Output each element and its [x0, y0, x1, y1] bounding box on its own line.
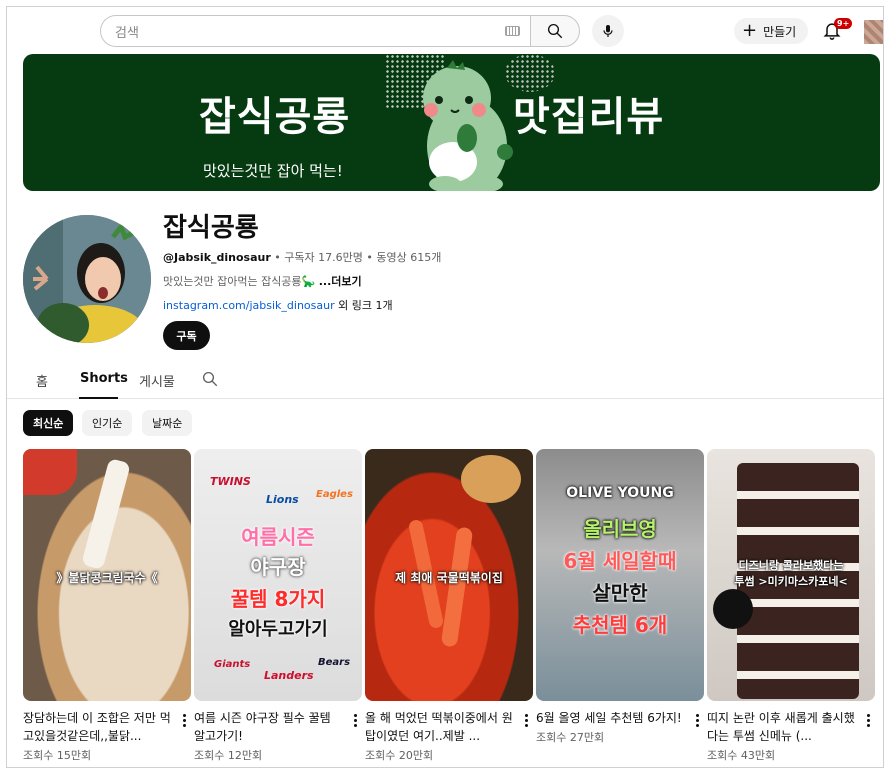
account-avatar[interactable]: [864, 20, 883, 44]
short-caption: 올리브영: [583, 517, 657, 541]
team-logo: Lions: [266, 493, 299, 506]
search-input[interactable]: 검색: [100, 15, 530, 47]
short-caption: 여름시즌: [241, 525, 315, 549]
tab-shorts[interactable]: Shorts: [80, 371, 128, 386]
channel-description[interactable]: 맛있는것만 잡아먹는 잡식공룡🦕 ...더보기: [163, 273, 362, 289]
subscribe-button[interactable]: 구독: [163, 321, 210, 350]
search-icon: [547, 23, 563, 39]
short-card[interactable]: 디즈니랑 콜라보했다는 투썸 >미키마스카포네< 띠지 논란 이후 새롭게 출시…: [707, 449, 875, 763]
short-caption: 》불닭콩크림국수《: [56, 571, 158, 585]
chip-oldest[interactable]: 날짜순: [142, 410, 193, 436]
short-card[interactable]: 제 최애 국물떡볶이집 올 해 먹었던 떡볶이중에서 원탑이였던 여기..제발 …: [365, 449, 533, 763]
short-card[interactable]: TWINS Lions Eagles Giants Landers Bears …: [194, 449, 362, 763]
plus-icon: +: [742, 20, 758, 41]
notification-badge: 9+: [834, 18, 853, 29]
fried-food-illustration: [461, 455, 521, 503]
channel-handle: @Jabsik_dinosaur: [163, 251, 271, 264]
short-title: 올 해 먹었던 떡볶이중에서 원탑이였던 여기..제발 ...: [365, 711, 513, 743]
create-label: 만들기: [763, 24, 797, 39]
milk-pour-illustration: [81, 458, 131, 570]
voice-search-button[interactable]: [592, 15, 624, 47]
channel-description-text: 맛있는것만 잡아먹는 잡식공룡🦕: [163, 275, 319, 288]
mickey-illustration: [713, 589, 753, 629]
short-caption: 투썸 >미키마스카포네<: [734, 575, 848, 588]
channel-name: 잡식공룡: [163, 213, 259, 243]
channel-tabs: 홈 Shorts 게시물: [7, 365, 883, 399]
short-caption: OLIVE YOUNG: [566, 485, 674, 501]
short-views: 조회수 43만회: [707, 749, 776, 762]
short-views: 조회수 27만회: [536, 731, 605, 744]
short-caption: 추천템 6개: [572, 613, 668, 637]
search-button[interactable]: [530, 15, 580, 47]
chip-latest[interactable]: 최신순: [23, 410, 74, 436]
banner-right-title: 맛집리뷰: [513, 94, 665, 140]
team-logo: Giants: [214, 659, 251, 670]
channel-avatar-photo: [23, 215, 151, 343]
short-caption: 제 최애 국물떡볶이집: [395, 571, 503, 585]
more-link[interactable]: ...더보기: [319, 275, 362, 288]
browser-frame: 검색 + 만들기 9+ 잡식공룡 맛집리뷰 맛있는것만 잡아 먹는! 잡식공룡 …: [6, 6, 884, 768]
short-caption: 알아두고가기: [228, 619, 328, 640]
short-views: 조회수 20만회: [365, 749, 434, 762]
more-actions-icon[interactable]: [177, 711, 191, 729]
short-thumbnail[interactable]: 디즈니랑 콜라보했다는 투썸 >미키마스카포네<: [707, 449, 875, 701]
short-title: 장담하는데 이 조합은 저만 먹고있을것같은데,,불닭...: [23, 711, 171, 743]
keyboard-icon[interactable]: [505, 26, 520, 36]
team-logo: TWINS: [210, 475, 251, 488]
channel-stats: • 구독자 17.6만명 • 동영상 615개: [274, 251, 442, 264]
short-caption: 디즈니랑 콜라보했다는: [738, 559, 844, 572]
more-links[interactable]: 외 링크 1개: [335, 299, 392, 312]
tab-posts[interactable]: 게시물: [139, 371, 175, 390]
channel-links: instagram.com/jabsik_dinosaur 외 링크 1개: [163, 297, 393, 313]
short-thumbnail[interactable]: TWINS Lions Eagles Giants Landers Bears …: [194, 449, 362, 701]
team-logo: Bears: [318, 657, 351, 668]
carton-illustration: [23, 449, 77, 495]
create-button[interactable]: + 만들기: [734, 18, 809, 44]
more-actions-icon[interactable]: [861, 711, 875, 729]
short-card[interactable]: OLIVE YOUNG 올리브영 6월 세일할때 살만한 추천템 6개 6월 올…: [536, 449, 704, 745]
short-caption: 야구장: [250, 555, 306, 579]
channel-avatar[interactable]: [23, 215, 151, 343]
short-title: 여름 시즌 야구장 필수 꿀템 알고가기!: [194, 711, 331, 743]
team-logo: Landers: [264, 669, 314, 682]
banner-tagline: 맛있는것만 잡아 먹는!: [203, 162, 343, 180]
short-card[interactable]: 》불닭콩크림국수《 장담하는데 이 조합은 저만 먹고있을것같은데,,불닭...…: [23, 449, 191, 763]
channel-banner: 잡식공룡 맛집리뷰 맛있는것만 잡아 먹는!: [23, 54, 880, 191]
tab-home[interactable]: 홈: [36, 371, 48, 390]
short-caption: 6월 세일할때: [563, 549, 677, 573]
search-placeholder: 검색: [115, 25, 139, 41]
short-caption: 살만한: [592, 581, 648, 605]
more-actions-icon[interactable]: [690, 711, 704, 729]
rice-cake-illustration: [440, 526, 474, 648]
short-views: 조회수 12만회: [194, 749, 263, 762]
short-title: 6월 올영 세일 추천템 6가지!: [536, 711, 682, 725]
short-thumbnail[interactable]: 》불닭콩크림국수《: [23, 449, 191, 701]
short-views: 조회수 15만회: [23, 749, 92, 762]
short-title: 띠지 논란 이후 새롭게 출시했다는 투썸 신메뉴 (...: [707, 711, 855, 743]
microphone-icon: [603, 25, 613, 37]
instagram-link[interactable]: instagram.com/jabsik_dinosaur: [163, 299, 335, 312]
team-logo: Eagles: [316, 489, 353, 500]
banner-left-title: 잡식공룡: [199, 94, 351, 140]
channel-search-icon[interactable]: [201, 370, 219, 388]
search-bar: 검색: [100, 15, 580, 47]
dinosaur-mascot-illustration: [423, 60, 513, 191]
more-actions-icon[interactable]: [519, 711, 533, 729]
more-actions-icon[interactable]: [348, 711, 362, 729]
active-tab-indicator: [79, 397, 118, 399]
short-thumbnail[interactable]: 제 최애 국물떡볶이집: [365, 449, 533, 701]
short-thumbnail[interactable]: OLIVE YOUNG 올리브영 6월 세일할때 살만한 추천템 6개: [536, 449, 704, 701]
chip-popular[interactable]: 인기순: [82, 410, 133, 436]
short-caption: 꿀템 8가지: [230, 587, 326, 611]
channel-meta: @Jabsik_dinosaur • 구독자 17.6만명 • 동영상 615개: [163, 249, 441, 265]
